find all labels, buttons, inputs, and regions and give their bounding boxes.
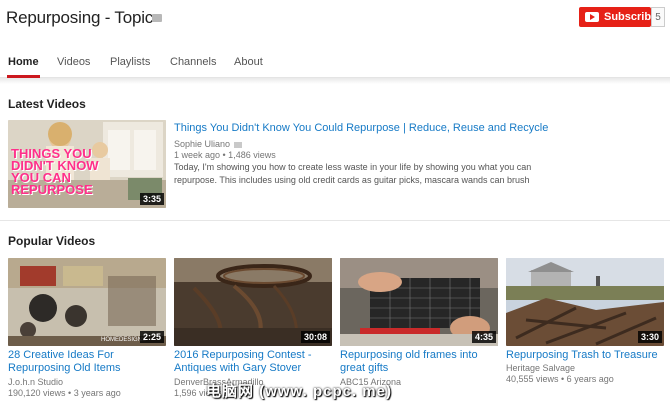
watermark: 电脑网 (www. pcpc. me) bbox=[206, 383, 392, 400]
popular-video-4-channel[interactable]: Heritage Salvage bbox=[506, 363, 575, 373]
popular-video-2-thumbnail[interactable]: 30:08 bbox=[174, 258, 332, 346]
title-line[interactable]: great gifts bbox=[340, 362, 478, 375]
channel-title: Repurposing - Topic bbox=[6, 8, 154, 27]
title-line[interactable]: Repurposing Old Items bbox=[8, 362, 121, 375]
subscribe-label: Subscribe bbox=[604, 11, 658, 23]
popular-video-2-title[interactable]: 2016 Repurposing Contest - Antiques with… bbox=[174, 349, 312, 375]
title-line[interactable]: Antiques with Gary Stover bbox=[174, 362, 312, 375]
popular-video-4-title[interactable]: Repurposing Trash to Treasure bbox=[506, 349, 658, 362]
channel-tabs: Home Videos Playlists Channels About bbox=[0, 50, 670, 78]
tab-about[interactable]: About bbox=[234, 56, 263, 78]
popular-video-1-channel[interactable]: J.o.h.n Studio bbox=[8, 377, 63, 387]
channel-name[interactable]: Sophie Uliano bbox=[174, 139, 230, 149]
popular-video-1-thumbnail[interactable]: HOMEDESIGNS 2:25 bbox=[8, 258, 166, 346]
section-divider bbox=[0, 220, 670, 221]
video-duration: 4:35 bbox=[471, 331, 496, 343]
popular-video-1-meta: 190,120 views • 3 years ago bbox=[8, 388, 121, 398]
description-line: Today, I'm showing you how to create les… bbox=[174, 162, 532, 172]
popular-video-1-title[interactable]: 28 Creative Ideas For Repurposing Old It… bbox=[8, 349, 121, 375]
tab-home[interactable]: Home bbox=[7, 56, 40, 78]
latest-thumb-text: THINGS YOU DIDN'T KNOW YOU CAN REPURPOSE bbox=[11, 147, 99, 197]
latest-video-thumbnail[interactable]: THINGS YOU DIDN'T KNOW YOU CAN REPURPOSE… bbox=[8, 120, 166, 208]
description-line: repurpose. This includes using old credi… bbox=[174, 175, 530, 185]
tab-videos[interactable]: Videos bbox=[57, 56, 90, 78]
latest-video-title[interactable]: Things You Didn't Know You Could Repurpo… bbox=[174, 122, 548, 135]
title-line[interactable]: Repurposing old frames into bbox=[340, 349, 478, 362]
verified-icon bbox=[152, 14, 162, 22]
title-line[interactable]: Repurposing Trash to Treasure bbox=[506, 349, 658, 362]
channel-header: Repurposing - Topic Subscribe 5 bbox=[0, 0, 670, 44]
youtube-play-icon bbox=[585, 12, 599, 22]
popular-video-4-meta: 40,555 views • 6 years ago bbox=[506, 374, 614, 384]
header-shadow bbox=[0, 78, 670, 84]
tab-channels[interactable]: Channels bbox=[170, 56, 216, 78]
latest-video-channel[interactable]: Sophie Uliano bbox=[174, 139, 243, 149]
thumb-text-line4: REPURPOSE bbox=[11, 182, 93, 197]
latest-videos-heading: Latest Videos bbox=[8, 97, 86, 111]
tab-playlists[interactable]: Playlists bbox=[110, 56, 150, 78]
popular-videos-heading: Popular Videos bbox=[8, 234, 96, 248]
popular-video-3-title[interactable]: Repurposing old frames into great gifts bbox=[340, 349, 478, 375]
title-line[interactable]: 28 Creative Ideas For bbox=[8, 349, 121, 362]
title-line[interactable]: 2016 Repurposing Contest - bbox=[174, 349, 312, 362]
subscribe-button[interactable]: Subscribe bbox=[579, 7, 657, 27]
video-duration: 3:35 bbox=[139, 193, 164, 205]
verified-icon bbox=[234, 141, 243, 148]
video-duration: 3:30 bbox=[637, 331, 662, 343]
popular-video-3-thumbnail[interactable]: 4:35 bbox=[340, 258, 498, 346]
latest-video-description: Today, I'm showing you how to create les… bbox=[174, 161, 574, 187]
latest-video-meta: 1 week ago • 1,486 views bbox=[174, 150, 276, 160]
video-duration: 2:25 bbox=[139, 331, 164, 343]
popular-video-4-thumbnail[interactable]: 3:30 bbox=[506, 258, 664, 346]
video-duration: 30:08 bbox=[300, 331, 330, 343]
subscriber-count: 5 bbox=[651, 7, 665, 27]
